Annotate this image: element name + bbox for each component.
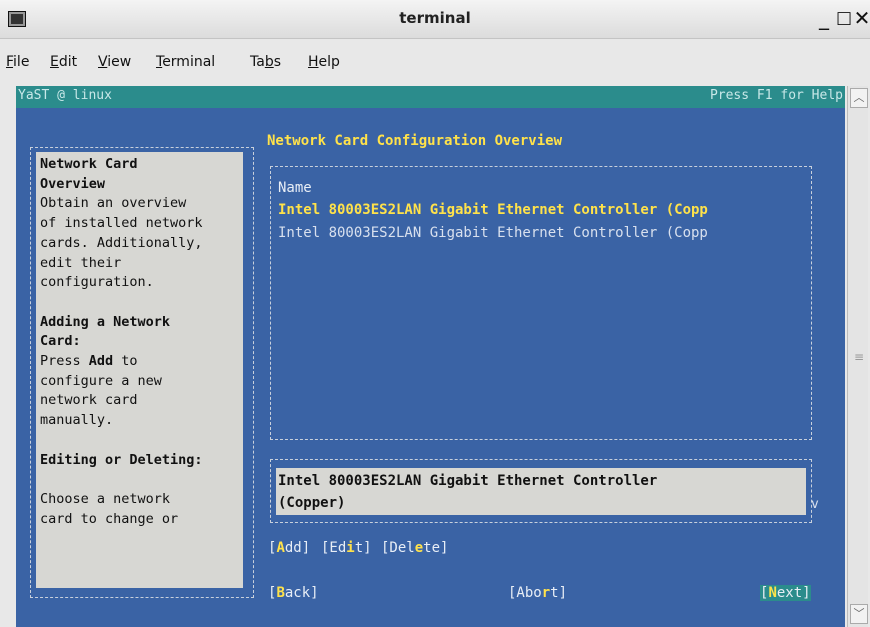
menu-edit[interactable]: Edit	[50, 54, 77, 70]
minimize-icon[interactable]: _	[814, 6, 834, 30]
menu-help[interactable]: Help	[308, 54, 340, 70]
maximize-icon[interactable]: □	[834, 6, 854, 30]
title-bar[interactable]: terminal _ □ ✕	[0, 0, 870, 39]
scroll-down-icon[interactable]: ﹀	[850, 604, 868, 624]
terminal-window: terminal _ □ ✕ File Edit View Terminal T…	[0, 0, 870, 627]
next-button[interactable]: [Next]	[760, 585, 811, 601]
help-text: Network Card Overview Obtain an overview…	[40, 156, 203, 527]
menu-tabs[interactable]: Tabs	[250, 54, 281, 70]
menu-terminal[interactable]: Terminal	[156, 54, 215, 70]
table-row-selected[interactable]: Intel 80003ES2LAN Gigabit Ethernet Contr…	[278, 202, 708, 218]
menu-file[interactable]: File	[6, 54, 29, 70]
edit-button[interactable]: [Edit]	[321, 540, 372, 556]
yast-host-label: YaST @ linux	[18, 88, 112, 103]
back-button[interactable]: [Back]	[268, 585, 319, 601]
menu-view[interactable]: View	[98, 54, 131, 70]
detail-scroll-indicator: v	[811, 497, 819, 512]
close-icon[interactable]: ✕	[852, 6, 870, 30]
table-row[interactable]: Intel 80003ES2LAN Gigabit Ethernet Contr…	[278, 225, 708, 241]
yast-status-bar: YaST @ linux Press F1 for Help	[16, 86, 845, 108]
abort-button[interactable]: [Abort]	[508, 585, 567, 601]
table-header-name[interactable]: Name	[278, 180, 312, 196]
add-button[interactable]: [Add]	[268, 540, 310, 556]
card-detail-text: Intel 80003ES2LAN Gigabit Ethernet Contr…	[278, 473, 658, 511]
scroll-up-icon[interactable]: ︿	[850, 88, 868, 108]
menubar: File Edit View Terminal Tabs Help	[0, 46, 870, 78]
scroll-grip-icon[interactable]: ≡	[854, 350, 864, 364]
window-title: terminal	[399, 9, 471, 27]
page-title: Network Card Configuration Overview	[267, 133, 563, 149]
help-hint: Press F1 for Help	[709, 88, 843, 103]
vertical-scrollbar[interactable]: ︿ ≡ ﹀	[847, 86, 868, 627]
delete-button[interactable]: [Delete]	[381, 540, 448, 556]
